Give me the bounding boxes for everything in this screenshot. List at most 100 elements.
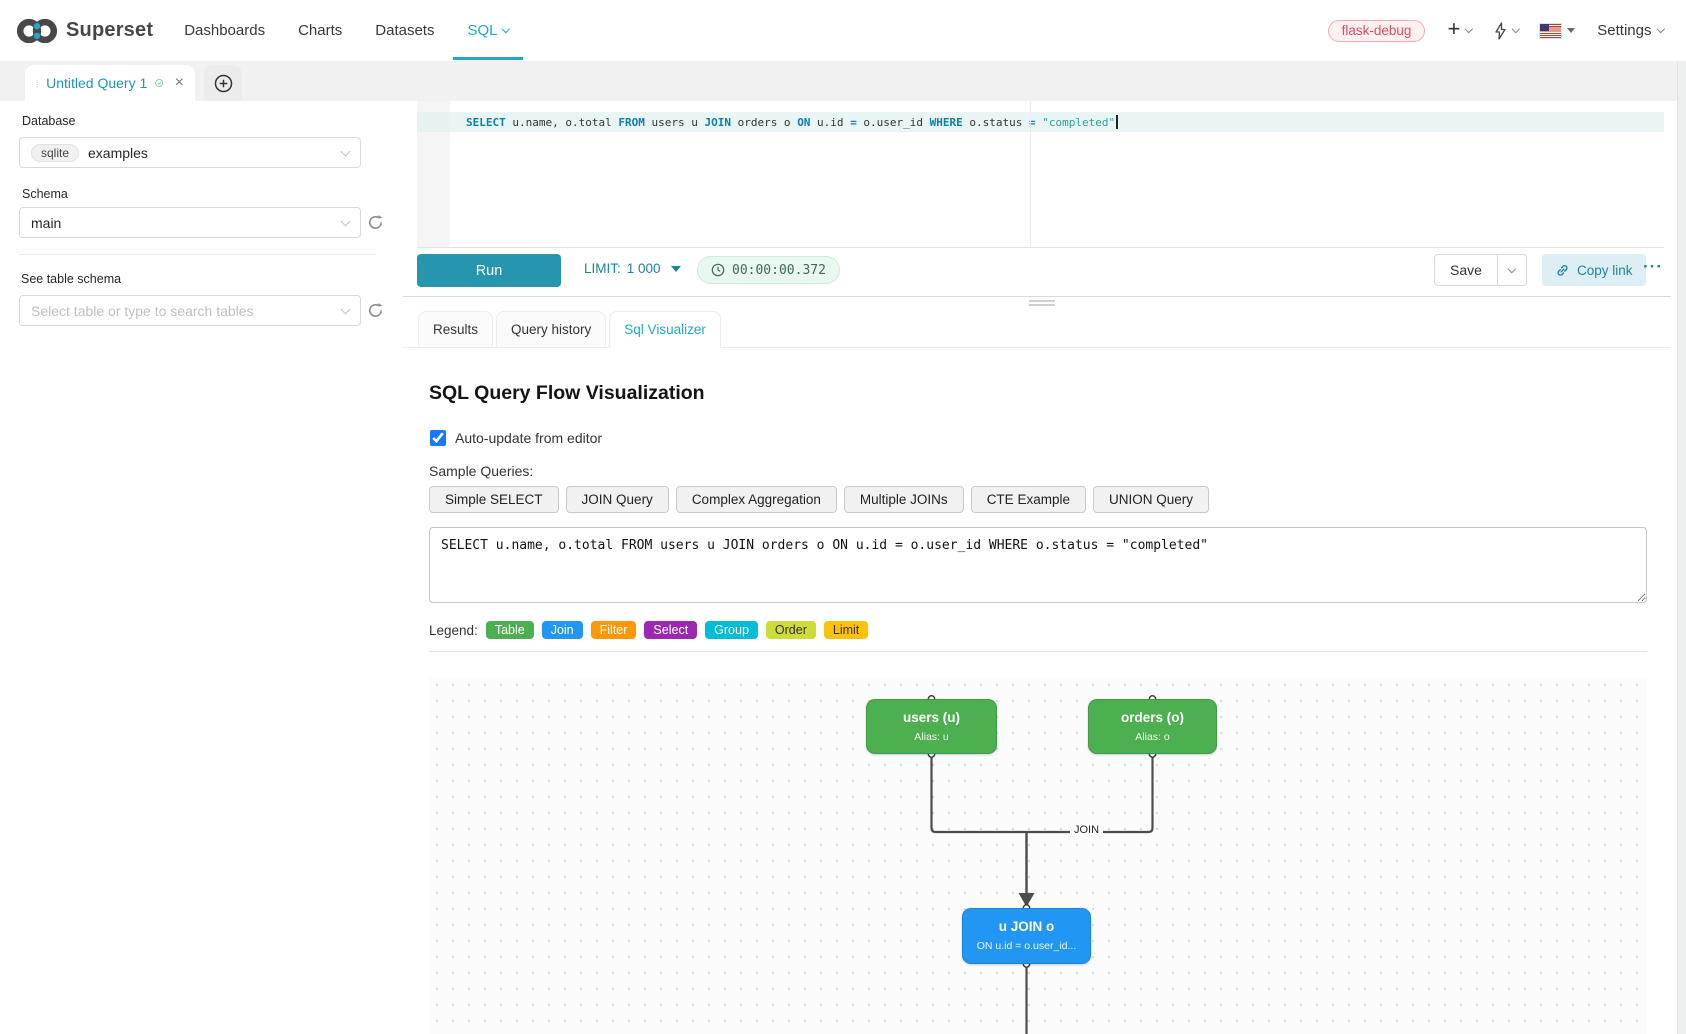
more-actions-button[interactable]: ··· <box>1643 257 1663 277</box>
chevron-down-icon <box>1656 25 1664 33</box>
legend-divider <box>429 651 1647 652</box>
save-options-button[interactable] <box>1497 255 1526 285</box>
query-timer-badge: 00:00:00.372 <box>697 256 840 284</box>
chevron-down-icon <box>1465 25 1473 33</box>
environment-badge: flask-debug <box>1328 20 1426 42</box>
table-node-orders[interactable]: orders (o) Alias: o <box>1088 699 1217 754</box>
settings-menu[interactable]: Settings <box>1597 22 1663 39</box>
chevron-down-icon <box>341 304 351 314</box>
auto-update-row: Auto-update from editor <box>430 430 602 446</box>
database-select-value: examples <box>88 145 148 161</box>
sql-editor-line: SELECT u.name, o.total FROM users u JOIN… <box>466 115 1118 130</box>
database-engine-badge: sqlite <box>31 144 79 162</box>
new-item-menu[interactable]: + <box>1447 21 1471 40</box>
caret-down-icon <box>1567 28 1575 33</box>
drag-grip-icon <box>36 75 38 92</box>
nav-item-datasets[interactable]: Datasets <box>375 0 434 61</box>
legend-chip-select: Select <box>644 621 697 639</box>
lightning-icon <box>1494 22 1507 40</box>
nav-item-charts[interactable]: Charts <box>298 0 342 61</box>
limit-dropdown[interactable]: LIMIT: 1 000 <box>584 261 681 276</box>
editor-print-margin <box>1030 101 1031 247</box>
sqllab-left-sidebar: Database sqlite examples Schema main See… <box>0 101 400 1034</box>
schema-select[interactable]: main <box>19 207 361 238</box>
sample-query-button-cte-example[interactable]: CTE Example <box>971 486 1086 513</box>
result-tabs: ResultsQuery historySql Visualizer <box>418 311 721 348</box>
refresh-tables-button[interactable] <box>367 302 384 319</box>
nav-item-dashboards[interactable]: Dashboards <box>184 0 265 61</box>
query-tab-title: Untitled Query 1 <box>46 75 147 91</box>
save-button[interactable]: Save <box>1435 255 1497 285</box>
sample-query-button-simple-select[interactable]: Simple SELECT <box>429 486 559 513</box>
sqllab-main-panel: 1 SELECT u.name, o.total FROM users u JO… <box>403 101 1671 1034</box>
superset-logo[interactable]: Superset <box>16 17 153 45</box>
chevron-down-icon <box>341 216 351 226</box>
legend-chip-group: Group <box>705 621 758 639</box>
chevron-down-icon <box>341 146 351 156</box>
sample-query-button-union-query[interactable]: UNION Query <box>1093 486 1209 513</box>
flow-edges <box>429 677 1647 1034</box>
schema-label: Schema <box>22 187 68 201</box>
sample-query-button-complex-aggregation[interactable]: Complex Aggregation <box>676 486 837 513</box>
close-tab-icon[interactable]: × <box>175 75 184 91</box>
run-query-button[interactable]: Run <box>417 254 561 287</box>
legend-label: Legend: <box>429 623 478 638</box>
table-node-users[interactable]: users (u) Alias: u <box>866 699 997 754</box>
legend-row: Legend: TableJoinFilterSelectGroupOrderL… <box>429 621 868 639</box>
refresh-icon <box>367 214 384 231</box>
new-tab-button[interactable] <box>204 65 242 101</box>
node-title: u JOIN o <box>963 919 1090 934</box>
query-timer-value: 00:00:00.372 <box>732 263 826 278</box>
edge-label-join: JOIN <box>1070 824 1103 836</box>
copy-link-label: Copy link <box>1577 263 1633 278</box>
sample-query-button-multiple-joins[interactable]: Multiple JOINs <box>844 486 964 513</box>
database-select[interactable]: sqlite examples <box>19 137 361 168</box>
top-navbar: Superset Dashboards Charts Datasets SQL fla… <box>0 0 1686 61</box>
table-select-placeholder: Select table or type to search tables <box>31 303 254 319</box>
tab-sql-visualizer[interactable]: Sql Visualizer <box>609 311 721 348</box>
plus-icon: + <box>1447 18 1460 40</box>
limit-value: 1 000 <box>627 261 661 276</box>
sample-query-buttons: Simple SELECT JOIN Query Complex Aggregati… <box>429 486 1209 513</box>
page-scrollbar[interactable] <box>1677 0 1686 1034</box>
node-subtitle: Alias: u <box>867 731 996 743</box>
visualizer-title: SQL Query Flow Visualization <box>429 382 705 405</box>
save-button-group: Save <box>1434 254 1527 286</box>
chevron-down-icon <box>1512 25 1520 33</box>
legend-chip-filter: Filter <box>591 621 637 639</box>
auto-update-checkbox[interactable] <box>430 430 446 446</box>
superset-logo-icon <box>16 17 58 45</box>
main-nav: Dashboards Charts Datasets SQL <box>184 0 509 61</box>
table-select[interactable]: Select table or type to search tables <box>19 295 361 326</box>
refresh-schemas-button[interactable] <box>367 214 384 231</box>
query-flow-canvas[interactable]: users (u) Alias: u orders (o) Alias: o u… <box>429 677 1647 1034</box>
language-picker[interactable] <box>1540 24 1575 38</box>
editor-toolbar: Run LIMIT: 1 000 00:00:00.372 Save <box>403 249 1671 296</box>
query-tab-strip: Untitled Query 1 × <box>0 61 1686 101</box>
node-title: orders (o) <box>1089 710 1216 725</box>
panel-resize-handle[interactable] <box>1029 300 1055 308</box>
tab-results[interactable]: Results <box>418 311 493 348</box>
refresh-icon <box>367 302 384 319</box>
query-tab-untitled-query-1[interactable]: Untitled Query 1 × <box>25 65 195 101</box>
legend-chip-table: Table <box>486 621 534 639</box>
sql-editor[interactable]: 1 SELECT u.name, o.total FROM users u JO… <box>417 101 1664 248</box>
copy-link-button[interactable]: Copy link <box>1542 254 1646 286</box>
auto-update-label: Auto-update from editor <box>455 430 602 446</box>
sql-visualizer-panel: SQL Query Flow Visualization Auto-update… <box>403 348 1671 1034</box>
node-title: users (u) <box>867 710 996 725</box>
legend-chip-order: Order <box>766 621 816 639</box>
brand-name: Superset <box>66 19 153 42</box>
join-node[interactable]: u JOIN o ON u.id = o.user_id... <box>962 908 1091 964</box>
visualizer-query-input[interactable]: SELECT u.name, o.total FROM users u JOIN… <box>429 527 1647 603</box>
table-schema-label: See table schema <box>21 272 121 286</box>
sample-query-button-join-query[interactable]: JOIN Query <box>566 486 669 513</box>
database-label: Database <box>22 114 76 128</box>
editor-gutter-active-row <box>417 112 450 132</box>
legend-chip-limit: Limit <box>824 621 868 639</box>
query-search-menu[interactable] <box>1494 22 1519 40</box>
chevron-down-icon <box>1508 265 1516 273</box>
tab-query-history[interactable]: Query history <box>496 311 606 348</box>
query-saved-check-icon <box>155 75 163 91</box>
nav-item-sql[interactable]: SQL <box>467 0 509 61</box>
